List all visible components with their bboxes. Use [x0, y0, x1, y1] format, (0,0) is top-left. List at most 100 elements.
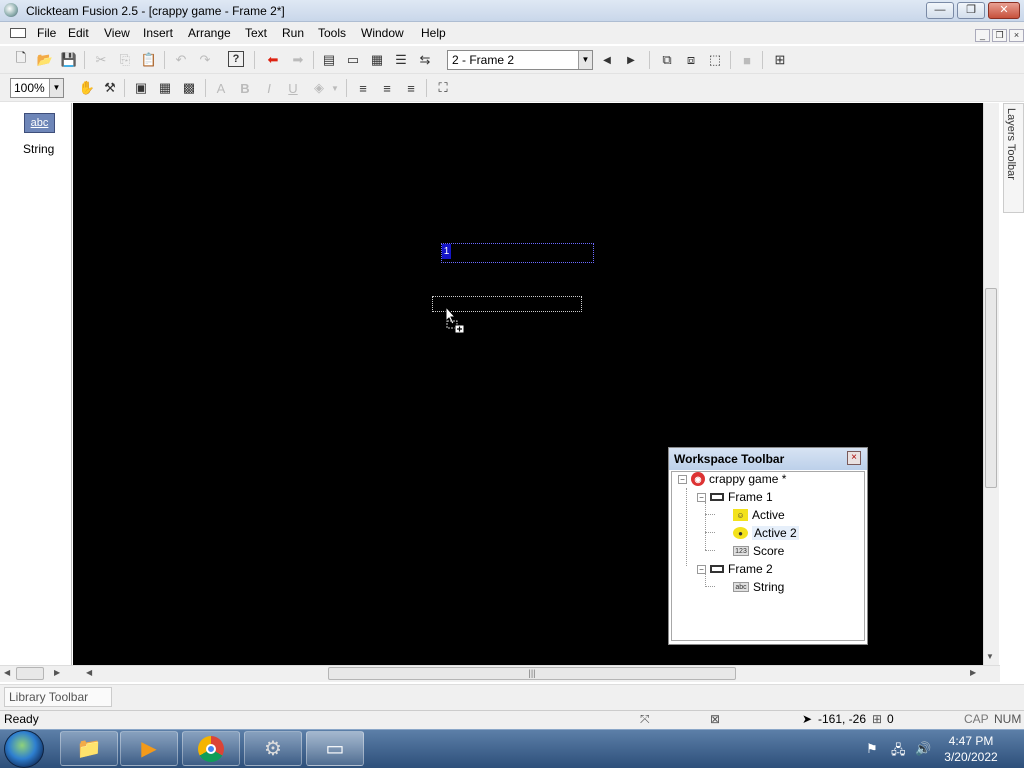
help-icon[interactable]: ? — [228, 51, 244, 67]
tree-item-frame1[interactable]: − Frame 1 — [697, 490, 773, 504]
event-editor-icon[interactable]: ▦ — [368, 51, 386, 69]
maximize-button[interactable]: ❐ — [957, 2, 985, 19]
explorer-taskbar-button[interactable]: 📁 — [60, 731, 118, 766]
hand-tool-icon[interactable]: ✋ — [78, 79, 96, 97]
zoom-select[interactable]: 100% ▼ — [10, 78, 64, 98]
active-window-taskbar-button[interactable]: ▭ — [306, 731, 364, 766]
clock-time[interactable]: 4:47 PM — [936, 734, 1006, 748]
collapse-icon[interactable]: − — [697, 564, 706, 574]
paste-icon[interactable]: 📋 — [140, 51, 158, 69]
volume-icon[interactable]: 🔊 — [915, 741, 931, 757]
library-toolbar-tab[interactable]: Library Toolbar — [4, 687, 112, 707]
menu-insert[interactable]: Insert — [143, 26, 173, 40]
frame-select[interactable]: 2 - Frame 2 ▼ — [447, 50, 593, 70]
tree-line — [705, 514, 715, 515]
chrome-taskbar-button[interactable] — [182, 731, 240, 766]
tree-item-active[interactable]: ☺ Active — [733, 508, 785, 522]
align-center-icon[interactable]: ≡ — [378, 79, 396, 97]
tree-item-score-label: Score — [753, 544, 785, 558]
workspace-toolbar-title[interactable]: Workspace Toolbar — [669, 448, 867, 470]
copy-icon[interactable]: ⎘ — [116, 51, 134, 69]
start-button[interactable] — [4, 730, 44, 768]
menu-view[interactable]: View — [104, 26, 130, 40]
run-frame-icon[interactable]: ⧈ — [682, 51, 700, 69]
menu-help[interactable]: Help — [421, 26, 446, 40]
string-object-1[interactable]: 1 — [441, 243, 594, 263]
minimize-button[interactable]: — — [926, 2, 954, 19]
app-icon[interactable] — [4, 3, 18, 17]
chevron-down-icon[interactable]: ▼ — [49, 79, 63, 97]
menu-arrange[interactable]: Arrange — [188, 26, 231, 40]
mdi-restore-button[interactable]: ❐ — [992, 29, 1007, 42]
close-button[interactable]: ✕ — [988, 2, 1020, 19]
tree-item-frame2[interactable]: − Frame 2 — [697, 562, 773, 576]
prev-frame-button[interactable]: ◀ — [598, 51, 616, 69]
menu-window[interactable]: Window — [361, 26, 404, 40]
panel-scroll-thumb[interactable] — [16, 667, 44, 680]
underline-icon[interactable]: U — [284, 79, 302, 97]
tree-item-active2[interactable]: ● Active 2 — [733, 526, 799, 540]
italic-icon[interactable]: I — [260, 79, 278, 97]
fit-frame-icon[interactable]: ⛶ — [434, 79, 452, 97]
tree-item-frame1-label: Frame 1 — [728, 490, 773, 504]
menu-edit[interactable]: Edit — [68, 26, 89, 40]
pick-tool-icon[interactable]: ⚒ — [101, 79, 119, 97]
bold-icon[interactable]: B — [236, 79, 254, 97]
string-object-label[interactable]: String — [23, 142, 54, 156]
event-list-icon[interactable]: ☰ — [392, 51, 410, 69]
tree-item-app[interactable]: − ◉ crappy game * — [678, 472, 786, 486]
save-icon[interactable]: 💾 — [60, 51, 78, 69]
cut-icon[interactable]: ✂ — [92, 51, 110, 69]
align-right-icon[interactable]: ≡ — [402, 79, 420, 97]
back-icon[interactable]: ⬅ — [264, 51, 282, 69]
tree-item-score[interactable]: 123 Score — [733, 544, 784, 558]
scroll-left-icon[interactable]: ◀ — [86, 668, 92, 677]
align-left-icon[interactable]: ≡ — [354, 79, 372, 97]
data-elements-icon[interactable]: ⇆ — [416, 51, 434, 69]
frame-editor-icon[interactable]: ▭ — [344, 51, 362, 69]
new-file-icon[interactable]: 🗋 — [12, 50, 30, 69]
build-icon[interactable]: ⊞ — [771, 51, 789, 69]
mdi-close-button[interactable]: × — [1009, 29, 1024, 42]
run-editor-icon[interactable]: ⬚ — [706, 51, 724, 69]
menu-run[interactable]: Run — [282, 26, 304, 40]
pointer-icon: ➤ — [802, 712, 813, 726]
mdi-minimize-button[interactable]: _ — [975, 29, 990, 42]
active-object-icon: ☺ — [733, 509, 748, 521]
grid-setup-icon[interactable]: ▩ — [180, 79, 198, 97]
chevron-down-icon[interactable]: ▼ — [330, 79, 340, 97]
action-center-icon[interactable]: ⚑ — [866, 741, 878, 757]
show-grid-icon[interactable]: ▣ — [132, 79, 150, 97]
string-object-icon[interactable]: abc — [24, 113, 55, 133]
fill-color-icon[interactable]: ◈ — [310, 79, 328, 97]
scroll-down-icon[interactable]: ▼ — [986, 652, 994, 661]
forward-icon[interactable]: ➡ — [289, 51, 307, 69]
system-menu-icon[interactable] — [10, 28, 26, 38]
snap-grid-icon[interactable]: ▦ — [156, 79, 174, 97]
fusion-taskbar-button[interactable]: ⚙ — [244, 731, 302, 766]
collapse-icon[interactable]: − — [697, 492, 706, 502]
scroll-right-icon[interactable]: ▶ — [54, 668, 60, 677]
tree-item-string[interactable]: abc String — [733, 580, 784, 594]
open-folder-icon[interactable]: 📂 — [36, 51, 54, 69]
network-icon[interactable]: 🖧 — [891, 741, 906, 763]
next-frame-button[interactable]: ▶ — [622, 51, 640, 69]
clock-date[interactable]: 3/20/2022 — [936, 750, 1006, 764]
run-application-icon[interactable]: ⧉ — [658, 51, 676, 69]
scroll-right-icon[interactable]: ▶ — [970, 668, 976, 677]
undo-icon[interactable]: ↶ — [172, 51, 190, 69]
vertical-scroll-thumb[interactable] — [985, 288, 997, 488]
stop-button[interactable]: ■ — [738, 51, 756, 69]
storyboard-editor-icon[interactable]: ▤ — [320, 51, 338, 69]
close-icon[interactable]: × — [847, 451, 861, 465]
font-icon[interactable]: A — [212, 79, 230, 97]
scroll-left-icon[interactable]: ◀ — [4, 668, 10, 677]
menu-text[interactable]: Text — [245, 26, 267, 40]
media-player-taskbar-button[interactable]: ▶ — [120, 731, 178, 766]
redo-icon[interactable]: ↷ — [196, 51, 214, 69]
menu-tools[interactable]: Tools — [318, 26, 346, 40]
menu-file[interactable]: File — [37, 26, 56, 40]
horizontal-scroll-thumb[interactable]: ||| — [328, 667, 736, 680]
chevron-down-icon[interactable]: ▼ — [578, 51, 592, 69]
collapse-icon[interactable]: − — [678, 474, 687, 484]
